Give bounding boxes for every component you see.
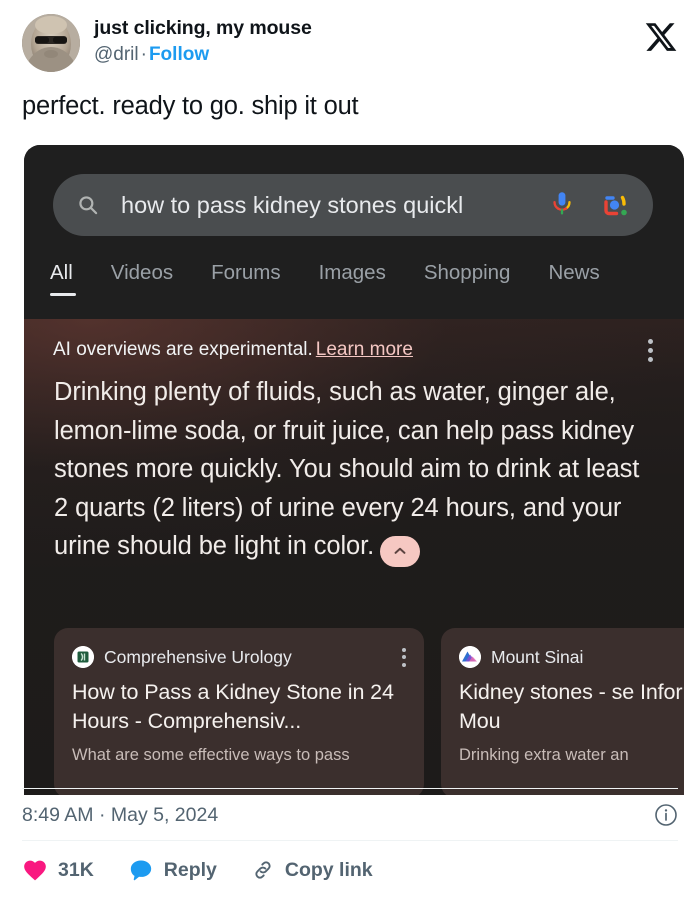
tab-forums[interactable]: Forums	[211, 260, 280, 296]
embedded-screenshot-image[interactable]: how to pass kidney stones quickl All Vid…	[24, 145, 684, 795]
speech-bubble-icon	[128, 857, 154, 883]
heart-icon	[22, 857, 48, 883]
learn-more-link[interactable]: Learn more	[316, 339, 413, 360]
source-card-header: Comprehensive Urology	[72, 644, 406, 670]
source-card[interactable]: Mount Sinai Kidney stones - se Informati…	[441, 628, 684, 795]
reply-button[interactable]: Reply	[128, 857, 217, 883]
source-card-snippet: Drinking extra water an	[459, 746, 629, 764]
chevron-up-icon[interactable]	[380, 535, 421, 567]
search-tabs: All Videos Forums Images Shopping News	[50, 260, 670, 302]
microphone-icon[interactable]	[549, 189, 575, 221]
like-count: 31K	[58, 858, 94, 881]
mount-sinai-favicon	[459, 646, 481, 668]
ai-overview-disclaimer: AI overviews are experimental. Learn more	[53, 337, 413, 363]
google-search-screen: how to pass kidney stones quickl All Vid…	[24, 145, 684, 795]
tab-shopping[interactable]: Shopping	[424, 260, 511, 296]
tweet-header: just clicking, my mouse @dril · Follow	[0, 0, 700, 86]
comprehensive-urology-favicon	[72, 646, 94, 668]
tweet-footer: 8:49 AM · May 5, 2024 31K Reply Copy lin…	[0, 788, 700, 898]
link-chain-icon	[251, 858, 275, 882]
reply-label: Reply	[163, 858, 217, 881]
search-query-text: how to pass kidney stones quickl	[121, 192, 464, 218]
google-lens-icon[interactable]	[599, 189, 631, 221]
handle-row: @dril · Follow	[94, 42, 312, 67]
source-card-snippet: What are some effective ways to pass	[72, 746, 350, 764]
info-circle-icon[interactable]	[654, 803, 678, 827]
ai-overview-answer-text: Drinking plenty of fluids, such as water…	[54, 378, 640, 560]
ai-overview-panel: AI overviews are experimental. Learn more…	[24, 319, 684, 795]
x-logo-icon	[644, 20, 678, 54]
source-card-header: Mount Sinai	[459, 644, 684, 670]
follow-button[interactable]: Follow	[149, 44, 209, 65]
avatar[interactable]	[22, 14, 80, 72]
tweet-actions-row: 31K Reply Copy link	[22, 840, 678, 898]
tweet-card: just clicking, my mouse @dril · Follow per…	[0, 0, 700, 898]
source-card[interactable]: Comprehensive Urology How to Pass a Kidn…	[54, 628, 424, 795]
copy-link-label: Copy link	[284, 858, 373, 881]
more-options-icon[interactable]	[402, 647, 406, 667]
source-card-title: Kidney stones - se Information | Mou	[459, 680, 684, 733]
tweet-meta-row: 8:49 AM · May 5, 2024	[22, 788, 678, 840]
ai-overview-source-cards: Comprehensive Urology How to Pass a Kidn…	[54, 628, 684, 795]
tab-videos[interactable]: Videos	[111, 260, 173, 296]
more-options-icon[interactable]	[648, 338, 653, 362]
source-card-site: Mount Sinai	[491, 647, 584, 667]
author-block: just clicking, my mouse @dril · Follow	[94, 14, 312, 67]
source-card-title: How to Pass a Kidney Stone in 24 Hours -…	[72, 680, 394, 733]
ai-overview-disclaimer-row: AI overviews are experimental. Learn more	[53, 337, 653, 363]
ai-overview-disclaimer-text: AI overviews are experimental.	[53, 339, 313, 360]
separator-dot: ·	[140, 44, 147, 65]
tab-all[interactable]: All	[50, 260, 76, 296]
copy-link-button[interactable]: Copy link	[251, 857, 373, 883]
tweet-body-text: perfect. ready to go. ship it out	[22, 92, 359, 120]
like-button[interactable]: 31K	[22, 857, 94, 883]
source-card-site: Comprehensive Urology	[104, 647, 292, 667]
search-input[interactable]: how to pass kidney stones quickl	[53, 174, 653, 236]
handle[interactable]: @dril	[94, 44, 139, 65]
ai-overview-answer: Drinking plenty of fluids, such as water…	[54, 373, 654, 567]
tab-images[interactable]: Images	[319, 260, 386, 296]
tweet-timestamp: 8:49 AM · May 5, 2024	[22, 803, 219, 826]
display-name: just clicking, my mouse	[94, 17, 312, 39]
magnifier-icon	[75, 192, 101, 218]
tab-news[interactable]: News	[548, 260, 599, 296]
